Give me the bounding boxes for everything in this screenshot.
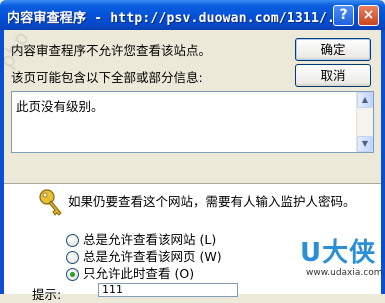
scroll-up-icon[interactable]: ▲: [357, 92, 373, 108]
window-title: 内容审查程序 - http://psv.duowan.com/1311/...: [7, 11, 352, 26]
cancel-button[interactable]: 取消: [295, 64, 371, 87]
radio-only-now[interactable]: 只允许此时查看 (O): [66, 263, 194, 282]
close-icon[interactable]: ×: [358, 5, 379, 26]
hint-field[interactable]: 111: [98, 283, 238, 297]
title-bar: 内容审查程序 - http://psv.duowan.com/1311/... …: [0, 0, 385, 30]
info-label: 该页可能包含以下全部或部分信息:: [11, 70, 203, 85]
radio-label: 总是允许查看该网站 (L): [83, 232, 217, 247]
help-icon[interactable]: ?: [333, 5, 354, 26]
radio-label: 只允许此时查看 (O): [83, 266, 195, 281]
watermark: U大侠 www.udaxia.com: [292, 232, 382, 294]
watermark-logo: U大侠: [300, 238, 377, 268]
info-content: 此页没有级别。: [16, 99, 104, 114]
key-icon: [39, 189, 62, 216]
info-textbox[interactable]: 此页没有级别。 ▲ ▼: [11, 91, 374, 153]
password-prompt: 如果仍要查看这个网站，需要有人输入监护人密码。: [68, 194, 356, 209]
ok-button[interactable]: 确定: [295, 38, 371, 61]
watermark-url: www.udaxia.com: [306, 268, 383, 278]
radio-label: 总是允许查看该网页 (W): [83, 249, 222, 264]
scroll-down-icon[interactable]: ▼: [357, 136, 373, 152]
radio-button-checked[interactable]: [66, 268, 79, 281]
blocked-message: 内容审查程序不允许您查看该站点。: [11, 43, 212, 58]
scrollbar[interactable]: ▲ ▼: [356, 92, 373, 152]
